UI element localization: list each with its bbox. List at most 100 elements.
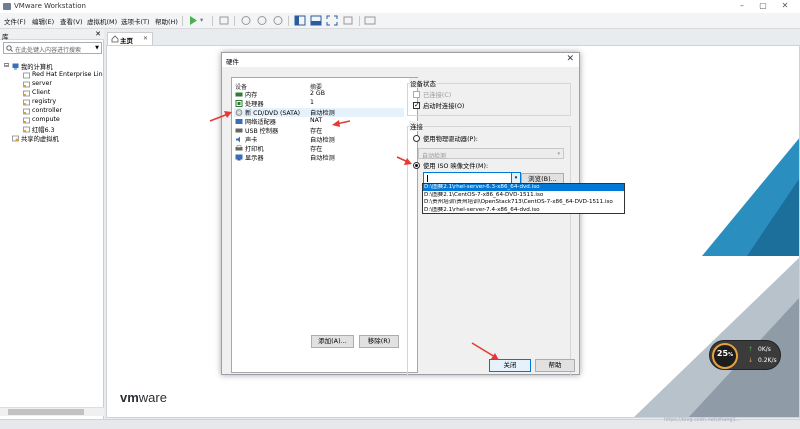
tree-item-my-computer[interactable]: ⊟ 我的计算机	[0, 62, 104, 71]
connect-on-power-label: 启动时连接(O)	[423, 103, 465, 110]
add-hardware-button[interactable]: 添加(A)...	[311, 335, 354, 348]
download-arrow-icon: ↓	[748, 357, 754, 364]
maximize-button[interactable]: ▢	[756, 1, 770, 10]
console-view-icon[interactable]	[310, 15, 322, 26]
close-dialog-button[interactable]: 关闭	[489, 359, 531, 372]
shared-vms-icon	[12, 135, 19, 142]
device-row-usb-controller[interactable]: USB 控制器 存在	[234, 126, 404, 135]
play-dropdown[interactable]: ▾	[200, 16, 203, 24]
iso-option[interactable]: D:\贵州培训\贵州培训\OpenStack713\CentOS-7-x86_6…	[423, 199, 624, 206]
snapshot-icon[interactable]	[240, 15, 252, 26]
vmware-app-icon	[3, 3, 11, 10]
use-physical-drive-label: 使用物理驱动器(P):	[423, 136, 478, 143]
device-row-printer[interactable]: 打印机 存在	[234, 144, 404, 153]
device-list: 设备 摘要 内存 2 GB 处理器 1 新 CD/DVD (SATA) 自动检测…	[231, 77, 418, 373]
menu-view[interactable]: 查看(V)	[60, 16, 83, 26]
connect-on-power-checkbox[interactable]: ✓	[413, 101, 420, 109]
library-panel: 库 ✕ 在此处键入内容进行搜索 ▼ ⊟ 我的计算机 Red Hat Enterp…	[0, 29, 104, 419]
computer-icon	[12, 63, 19, 70]
library-search-input[interactable]: 在此处键入内容进行搜索 ▼	[3, 42, 102, 54]
vm-icon	[23, 81, 30, 88]
tree-expander-icon[interactable]: ⊟	[4, 62, 9, 69]
download-rate: 0.2K/s	[758, 357, 777, 364]
iso-option[interactable]: D:\图赛2.1\rhel-server-6.3-x86_64-dvd.iso	[423, 184, 624, 191]
tree-item-vm[interactable]: 红帽6.3	[0, 125, 104, 134]
network-adapter-icon	[235, 119, 243, 124]
chevron-down-icon: ▾	[557, 151, 560, 157]
printer-icon	[235, 145, 243, 151]
vm-icon	[23, 90, 30, 97]
toolbar-separator	[212, 16, 213, 26]
toolbar-separator	[182, 16, 183, 26]
device-row-network-adapter[interactable]: 网络适配器 NAT	[234, 117, 404, 126]
tab-close-icon[interactable]: ✕	[143, 35, 148, 42]
toolbar-separator	[234, 16, 235, 26]
vm-icon	[23, 117, 30, 124]
play-icon[interactable]	[187, 15, 199, 26]
scrollbar-thumb[interactable]	[8, 409, 84, 415]
device-status-group: 设备状态 已连接(C) ✓ 启动时连接(O)	[407, 78, 571, 116]
physical-drive-select[interactable]: 自动检测 ▾	[418, 148, 564, 160]
cd-dvd-icon	[235, 109, 243, 116]
library-header: 库 ✕	[0, 29, 104, 41]
iso-option[interactable]: D:\图赛2.1\CentOS-7-x86_64-DVD-1511.iso	[423, 192, 624, 199]
search-dropdown-icon[interactable]: ▼	[95, 45, 99, 51]
upload-arrow-icon: ↑	[748, 346, 754, 353]
use-iso-image-radio[interactable]	[413, 162, 420, 169]
send-keys-icon[interactable]	[218, 15, 230, 26]
connection-title: 连接	[409, 121, 424, 131]
tree-item-vm[interactable]: controller	[0, 107, 104, 116]
menu-vm[interactable]: 虚拟机(M)	[87, 16, 117, 26]
remove-hardware-button[interactable]: 移除(R)	[359, 335, 399, 348]
window-title: VMware Workstation	[14, 2, 86, 10]
device-row-cd-dvd[interactable]: 新 CD/DVD (SATA) 自动检测	[234, 108, 404, 117]
connected-checkbox[interactable]	[413, 91, 420, 98]
library-view-icon[interactable]	[294, 15, 306, 26]
physical-drive-value: 自动检测	[422, 153, 447, 160]
help-button[interactable]: 帮助	[535, 359, 575, 372]
library-title: 库	[2, 33, 9, 41]
stretch-icon[interactable]	[364, 15, 376, 26]
menu-tabs[interactable]: 选项卡(T)	[121, 16, 150, 26]
vm-icon	[23, 108, 30, 115]
tab-bar: 主页 ✕	[105, 29, 800, 45]
device-row-sound-card[interactable]: 声卡 自动检测	[234, 135, 404, 144]
dialog-title: 硬件	[226, 58, 239, 66]
tree-item-vm[interactable]: registry	[0, 98, 104, 107]
tree-item-vm[interactable]: compute	[0, 116, 104, 125]
library-horizontal-scrollbar[interactable]	[0, 407, 104, 416]
dialog-title-bar: 硬件 ✕	[222, 53, 579, 67]
dialog-close-icon[interactable]: ✕	[566, 54, 574, 64]
device-row-display[interactable]: 显示器 自动检测	[234, 153, 404, 162]
tree-item-vm[interactable]: Client	[0, 89, 104, 98]
iso-option[interactable]: D:\图赛2.1\rhel-server-7.4-x86_64-dvd.iso	[423, 207, 624, 214]
tree-item-vm[interactable]: Red Hat Enterprise Lin	[0, 71, 104, 80]
watermark-text: https://blog.csdn.net/zhang1...	[664, 417, 741, 423]
tree-item-shared-vms[interactable]: 共享的虚拟机	[0, 134, 104, 143]
tab-home-label: 主页	[120, 37, 133, 45]
use-physical-drive-radio[interactable]	[413, 135, 420, 142]
connected-label: 已连接(C)	[423, 92, 452, 99]
menu-help[interactable]: 帮助(H)	[155, 16, 178, 26]
device-row-memory[interactable]: 内存 2 GB	[234, 90, 404, 99]
vm-icon	[23, 126, 30, 133]
device-status-title: 设备状态	[409, 78, 437, 88]
revert-snapshot-icon[interactable]	[256, 15, 268, 26]
processor-icon	[235, 100, 243, 107]
tab-home[interactable]: 主页 ✕	[107, 32, 153, 45]
unity-icon[interactable]	[342, 15, 354, 26]
minimize-button[interactable]: –	[735, 1, 749, 10]
tree-item-vm[interactable]: server	[0, 80, 104, 89]
menu-edit[interactable]: 编辑(E)	[32, 16, 54, 26]
cpu-value: 25%	[716, 349, 734, 358]
iso-dropdown-button[interactable]: ▾	[511, 173, 520, 183]
full-screen-icon[interactable]	[326, 15, 338, 26]
menu-file[interactable]: 文件(F)	[4, 16, 26, 26]
toolbar-separator	[288, 16, 289, 26]
snapshot-manager-icon[interactable]	[272, 15, 284, 26]
close-window-button[interactable]: ✕	[778, 1, 792, 10]
memory-icon	[235, 92, 243, 97]
usb-controller-icon	[235, 128, 243, 133]
device-row-processor[interactable]: 处理器 1	[234, 99, 404, 108]
library-close-icon[interactable]: ✕	[95, 30, 101, 38]
